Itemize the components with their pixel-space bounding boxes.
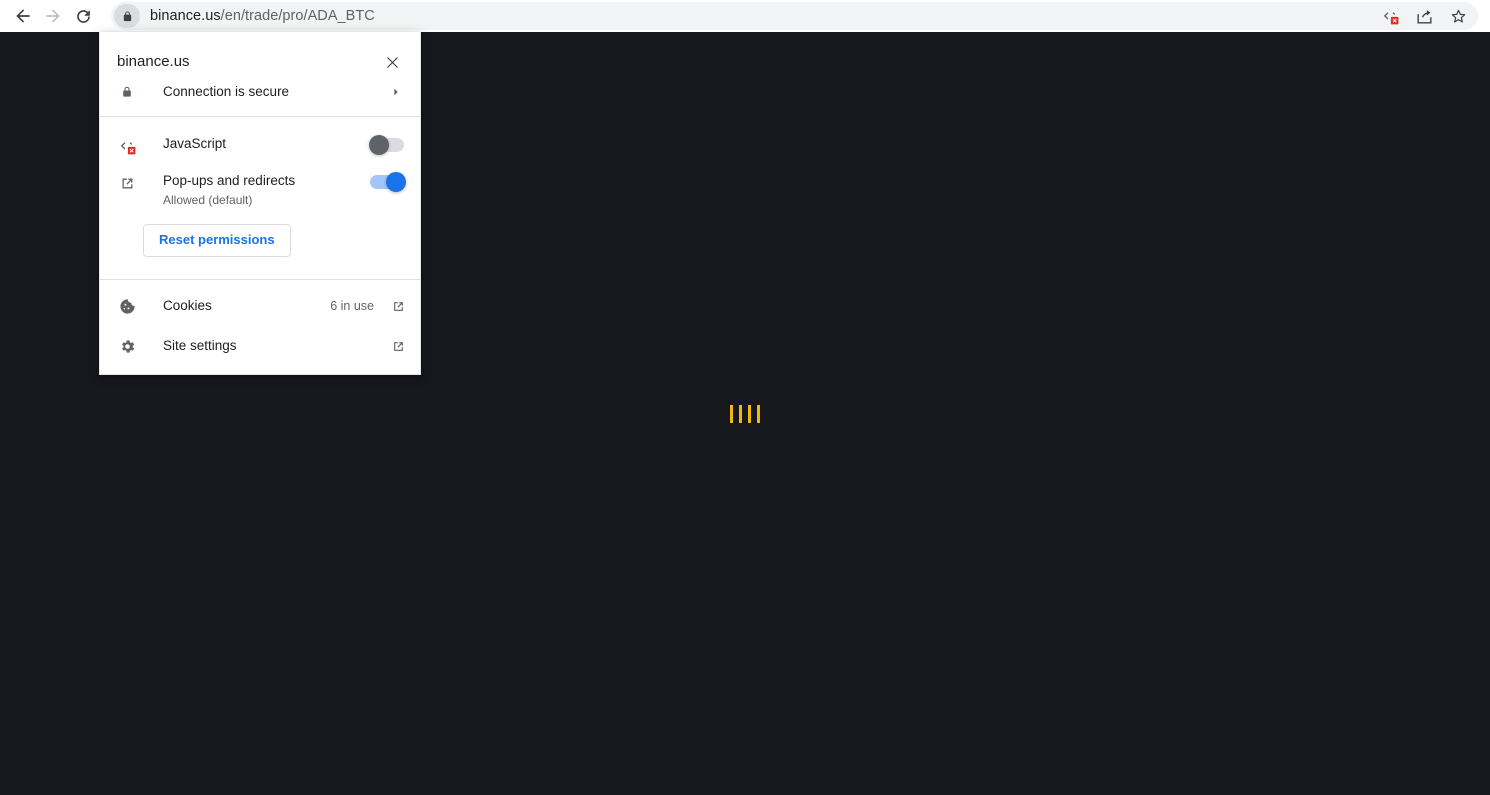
chevron-right-glyph (394, 88, 398, 96)
open-in-new-glyph (393, 341, 403, 351)
lock-icon (123, 10, 131, 21)
javascript-blocked-glyph (1383, 11, 1398, 24)
loading-bar (757, 404, 760, 423)
connection-security-label: Connection is secure (163, 84, 290, 99)
reset-permissions-wrap: Reset permissions (100, 216, 420, 275)
address-bar-text: binance.us/en/trade/pro/ADA_BTC (150, 8, 375, 24)
bubble-header: binance.us (100, 32, 420, 76)
reset-permissions-button[interactable]: Reset permissions (143, 224, 291, 257)
loading-spinner (730, 404, 760, 423)
bubble-links-section: Cookies 6 in use Site settings (100, 280, 420, 374)
permission-text-javascript: JavaScript (163, 135, 370, 153)
loading-bar (739, 404, 742, 423)
permission-row-javascript[interactable]: JavaScript (100, 127, 420, 164)
bookmark-star-icon[interactable] (1448, 6, 1468, 26)
open-in-new-icon (390, 298, 406, 314)
permission-toggle-javascript[interactable] (369, 135, 404, 155)
site-info-bubble: binance.us Connection is secure JavaScri… (99, 32, 421, 375)
open-in-new-glyph (393, 301, 403, 311)
site-name: binance.us (117, 53, 190, 70)
share-glyph (1416, 9, 1432, 24)
gear-glyph (121, 339, 134, 353)
url-path: /en/trade/pro/ADA_BTC (220, 8, 375, 24)
cookie-glyph (119, 298, 135, 314)
cookies-row[interactable]: Cookies 6 in use (100, 286, 420, 326)
permission-label-popups: Pop-ups and redirects (163, 173, 296, 188)
close-icon (386, 56, 398, 68)
javascript-blocked-icon (117, 136, 137, 156)
lock-icon (117, 82, 137, 102)
gear-icon (117, 336, 137, 356)
browser-toolbar: binance.us/en/trade/pro/ADA_BTC (0, 0, 1490, 32)
connection-security-row[interactable]: Connection is secure (100, 76, 420, 116)
permission-toggle-popups[interactable] (370, 172, 406, 192)
permission-row-popups[interactable]: Pop-ups and redirects Allowed (default) (100, 164, 420, 216)
omnibox-actions (1380, 2, 1468, 30)
popup-redirect-icon (117, 173, 137, 193)
reload-button[interactable] (68, 1, 98, 31)
open-in-new-icon (390, 338, 406, 354)
open-in-new-glyph (122, 178, 132, 188)
address-bar[interactable]: binance.us/en/trade/pro/ADA_BTC (111, 2, 1478, 30)
close-button[interactable] (380, 50, 404, 74)
forward-button[interactable] (38, 1, 68, 31)
forward-arrow-icon (46, 9, 60, 23)
loading-bar (730, 404, 733, 423)
site-settings-row[interactable]: Site settings (100, 326, 420, 366)
permission-label-javascript: JavaScript (163, 136, 227, 151)
share-icon[interactable] (1414, 6, 1434, 26)
url-host: binance.us (150, 8, 221, 24)
site-settings-label: Site settings (163, 338, 237, 353)
cookies-label: Cookies (163, 298, 212, 313)
lock-glyph (123, 86, 131, 97)
loading-bar (748, 404, 751, 423)
back-arrow-icon (16, 9, 30, 23)
cookie-icon (117, 296, 137, 316)
chevron-right-icon (386, 82, 406, 102)
permission-text-popups: Pop-ups and redirects Allowed (default) (163, 172, 370, 208)
reload-icon (76, 9, 90, 23)
site-info-button[interactable] (114, 4, 140, 28)
toggle-knob (369, 135, 389, 155)
permissions-section: JavaScript Pop-ups and redirects Allowed… (100, 117, 420, 279)
javascript-blocked-icon[interactable] (1380, 6, 1400, 26)
back-button[interactable] (8, 1, 38, 31)
toggle-knob (386, 172, 406, 192)
cookies-count: 6 in use (330, 299, 374, 313)
permission-sublabel-popups: Allowed (default) (163, 193, 253, 207)
javascript-blocked-glyph (120, 141, 135, 154)
star-glyph (1451, 9, 1465, 23)
